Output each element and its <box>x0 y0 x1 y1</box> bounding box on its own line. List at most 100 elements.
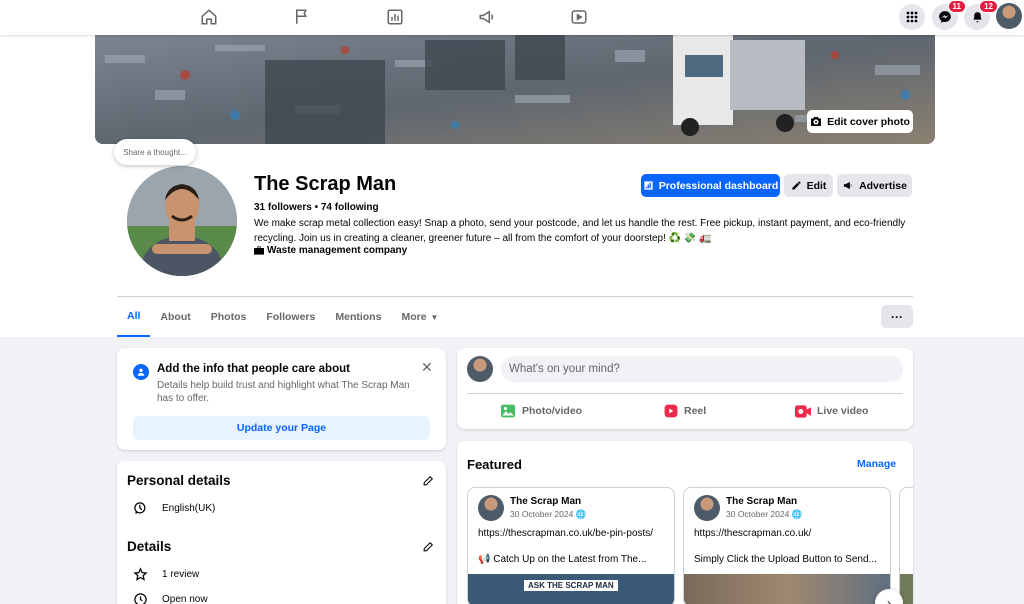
composer-actions: Photo/video Reel Live video <box>467 393 903 427</box>
live-video-icon <box>795 404 811 418</box>
home-icon[interactable] <box>198 7 220 27</box>
bell-icon <box>972 11 982 22</box>
messenger-badge: 11 <box>947 0 966 13</box>
edit-page-button[interactable]: Edit <box>784 174 833 197</box>
notifications-badge: 12 <box>979 0 998 13</box>
photo-video-button[interactable]: Photo/video <box>500 394 582 428</box>
featured-post[interactable]: The Scrap Man 30 October 2024 🌐 https://… <box>467 487 675 604</box>
category-label: Waste management company <box>267 245 408 256</box>
follower-stats[interactable]: 31 followers • 74 following <box>254 202 379 213</box>
reel-button[interactable]: Reel <box>664 394 706 428</box>
professional-dashboard-label: Professional dashboard <box>658 179 779 192</box>
post-date-text: 30 October 2024 <box>726 509 790 519</box>
tab-followers[interactable]: Followers <box>256 297 325 337</box>
post-composer: What's on your mind? Photo/video Reel Li… <box>457 348 913 429</box>
insights-icon[interactable] <box>384 7 406 27</box>
globe-icon: 🌐 <box>575 509 587 519</box>
hours-row: Open now <box>133 592 208 604</box>
megaphone-icon[interactable] <box>476 7 498 27</box>
tab-photos[interactable]: Photos <box>201 297 257 337</box>
featured-title: Featured <box>467 457 522 472</box>
flag-icon[interactable] <box>291 7 313 27</box>
edit-cover-label: Edit cover photo <box>827 115 910 128</box>
info-card-desc: Details help build trust and highlight w… <box>157 380 410 404</box>
tab-label: Photos <box>210 311 247 323</box>
clock-icon <box>134 593 147 604</box>
close-icon[interactable]: ✕ <box>421 359 433 376</box>
add-info-card: Add the info that people care about Deta… <box>117 348 446 450</box>
star-icon <box>133 567 148 581</box>
edit-personal-icon[interactable] <box>422 474 435 487</box>
tab-label: About <box>160 311 191 323</box>
post-author: The Scrap Man <box>726 496 798 507</box>
caret-down-icon: ▼ <box>430 312 439 322</box>
reel-icon <box>664 404 678 418</box>
share-thought-bubble[interactable]: Share a thought... <box>114 139 196 165</box>
page-description: We make scrap metal collection easy! Sna… <box>254 218 906 244</box>
hours-value: Open now <box>162 594 208 604</box>
person-icon <box>133 364 149 380</box>
post-avatar <box>694 495 720 521</box>
reel-label: Reel <box>684 405 707 417</box>
professional-dashboard-button[interactable]: Professional dashboard <box>641 174 780 197</box>
advertise-button[interactable]: Advertise <box>837 174 912 197</box>
live-video-label: Live video <box>817 405 869 417</box>
briefcase-icon <box>254 246 264 255</box>
language-icon <box>134 502 146 514</box>
composer-avatar <box>467 356 493 382</box>
page-category: Waste management company <box>254 245 407 256</box>
post-date: 30 October 2024 🌐 <box>726 509 802 520</box>
review-value: 1 review <box>162 569 200 580</box>
tab-all[interactable]: All <box>117 297 151 337</box>
globe-icon: 🌐 <box>791 509 803 519</box>
camera-icon <box>811 117 822 126</box>
featured-post[interactable]: The Scrap Man 30 October 2024 🌐 https://… <box>683 487 891 604</box>
top-navigation-bar: 11 12 <box>0 0 1024 35</box>
live-video-button[interactable]: Live video <box>795 394 868 428</box>
tab-label: More <box>401 311 427 323</box>
page-title: The Scrap Man <box>254 173 397 195</box>
featured-card: Featured Manage The Scrap Man 30 October… <box>457 441 913 604</box>
tab-about[interactable]: About <box>150 297 200 337</box>
info-card-title: Add the info that people care about <box>157 363 350 375</box>
post-url[interactable]: https://thescrapman.co.uk/be-pin-posts/ <box>478 528 653 539</box>
menu-grid-icon[interactable] <box>899 4 925 30</box>
post-text: 📢 Catch Up on the Latest from The... <box>478 554 647 565</box>
video-icon[interactable] <box>568 7 590 27</box>
language-row: English(UK) <box>133 501 215 516</box>
dashboard-icon <box>644 181 653 190</box>
update-page-button[interactable]: Update your Page <box>133 416 430 440</box>
whats-on-your-mind-input[interactable]: What's on your mind? <box>501 356 903 382</box>
tab-mentions[interactable]: Mentions <box>325 297 391 337</box>
manage-link[interactable]: Manage <box>857 458 896 470</box>
share-thought-text: Share a thought... <box>123 147 187 157</box>
tab-label: All <box>127 310 141 322</box>
messenger-button[interactable]: 11 <box>932 0 966 30</box>
profile-tabs: All About Photos Followers Mentions More… <box>117 297 448 337</box>
photo-icon <box>501 404 515 418</box>
messenger-icon <box>939 11 951 23</box>
post-avatar <box>478 495 504 521</box>
more-options-button[interactable]: ··· <box>881 305 913 328</box>
featured-post-partial[interactable] <box>899 487 913 604</box>
post-date-text: 30 October 2024 <box>510 509 574 519</box>
post-image: ASK THE SCRAP MAN <box>468 574 674 604</box>
tab-more[interactable]: More ▼ <box>391 297 448 337</box>
post-text: Simply Click the Upload Button to Send..… <box>694 554 877 565</box>
more-dots: ··· <box>891 309 903 324</box>
notifications-button[interactable]: 12 <box>964 0 998 30</box>
details-title: Details <box>127 539 172 554</box>
post-url[interactable]: https://thescrapman.co.uk/ <box>694 528 811 539</box>
language-value: English(UK) <box>162 503 216 514</box>
pencil-icon <box>791 181 801 190</box>
profile-picture[interactable] <box>124 163 240 279</box>
advertise-label: Advertise <box>859 179 907 192</box>
edit-details-icon[interactable] <box>422 540 435 553</box>
tab-label: Followers <box>266 311 316 323</box>
edit-cover-photo-button[interactable]: Edit cover photo <box>807 110 913 133</box>
account-avatar[interactable] <box>996 3 1022 29</box>
review-row[interactable]: 1 review <box>133 567 199 582</box>
post-author: The Scrap Man <box>510 496 582 507</box>
edit-label: Edit <box>806 179 827 192</box>
post-image <box>684 574 890 604</box>
